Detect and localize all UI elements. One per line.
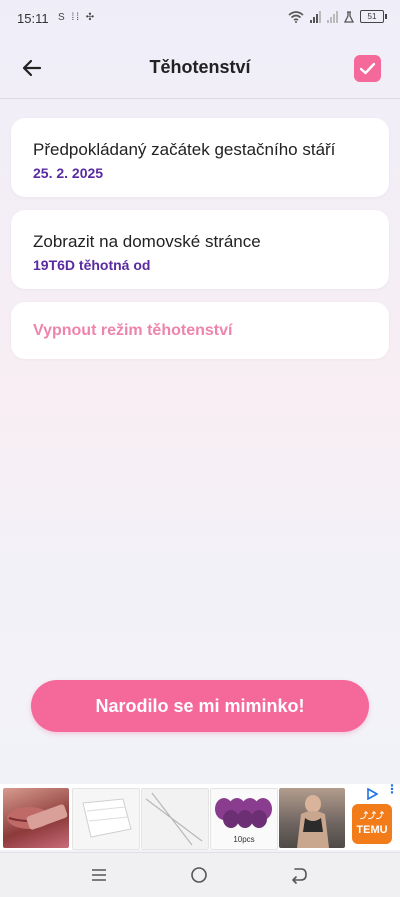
nav-back-button[interactable] [289, 865, 313, 885]
home-display-value: 19T6D těhotná od [33, 257, 151, 273]
due-date-setting[interactable]: Předpokládaný začátek gestačního stáří 2… [11, 118, 389, 197]
ad-brand-name: TEMU [356, 824, 388, 836]
holder-image [82, 798, 132, 838]
nav-menu-button[interactable] [89, 865, 113, 885]
ad-product-flowers[interactable]: 10pcs [210, 788, 278, 850]
wire-image [145, 792, 203, 846]
signal-icon [310, 10, 321, 23]
status-bar: 15:11 S ⁞⁞ ✣ 51 [0, 0, 400, 38]
lips-image [7, 804, 68, 830]
status-time: 15:11 [17, 11, 49, 26]
system-nav-bar [0, 852, 400, 897]
home-display-setting[interactable]: Zobrazit na domovské stránce 19T6D těhot… [11, 210, 389, 289]
back-arrow-icon [292, 868, 307, 884]
ad-brand-top: ⤴︎⤴︎⤴︎ [360, 811, 384, 820]
flask-icon [344, 10, 354, 23]
flowers-image [215, 798, 272, 828]
adchoices-icon[interactable] [366, 788, 378, 800]
notification-icons: S ⁞⁞ ✣ [58, 12, 97, 23]
disable-pregnancy-label: Vypnout režim těhotenství [33, 322, 233, 339]
wifi-icon [288, 10, 304, 23]
menu-icon [92, 869, 106, 881]
battery-icon: 51 [360, 10, 387, 23]
disable-pregnancy-mode[interactable]: Vypnout režim těhotenství [11, 302, 389, 359]
confirm-button[interactable] [354, 55, 381, 82]
home-display-label: Zobrazit na domovské stránce [33, 232, 261, 251]
ad-product-holder[interactable] [72, 788, 140, 850]
due-date-label: Předpokládaný začátek gestačního stáří [33, 140, 336, 159]
signal-icon-2 [327, 10, 338, 23]
page-title: Těhotenství [149, 57, 251, 77]
top-app-bar: Těhotenství [0, 38, 400, 99]
ad-product-fashion[interactable] [279, 788, 345, 848]
due-date-value: 25. 2. 2025 [33, 165, 104, 181]
ad-product-lipstick[interactable] [3, 788, 69, 848]
ad-banner[interactable]: 10pcs ⋮ ⤴︎⤴︎⤴︎ TEMU [0, 783, 400, 850]
nav-home-button[interactable] [189, 865, 213, 885]
system-icons: 51 [288, 10, 387, 23]
checkmark-icon [359, 62, 376, 75]
ad-caption: 10pcs [233, 835, 255, 844]
home-circle-icon [191, 867, 207, 883]
baby-born-button[interactable]: Narodilo se mi miminko! [31, 680, 369, 732]
ad-product-wire[interactable] [141, 788, 209, 850]
ad-more-icon[interactable]: ⋮ [386, 783, 398, 801]
fashion-image [297, 795, 329, 848]
ad-brand-logo[interactable]: ⤴︎⤴︎⤴︎ TEMU [352, 804, 392, 844]
